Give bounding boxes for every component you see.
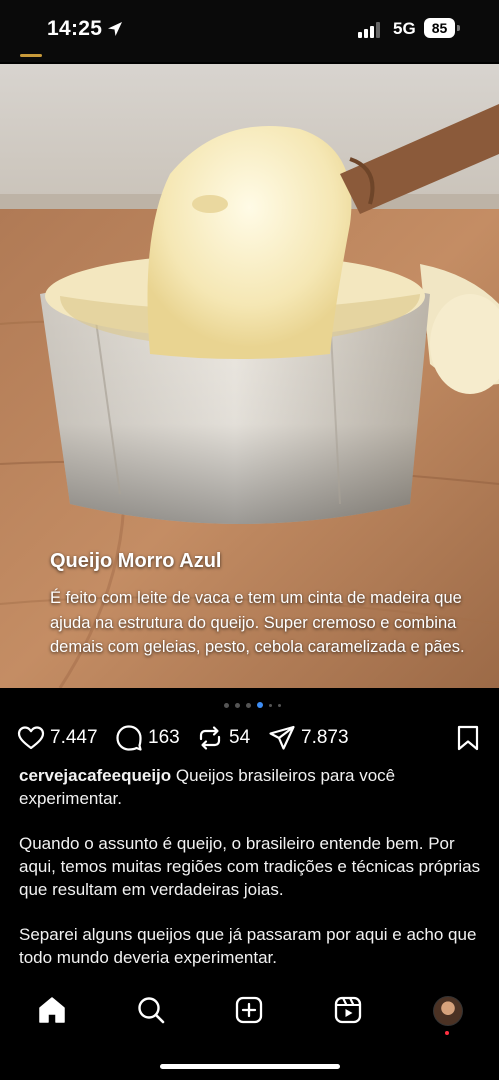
like-button[interactable]: 7.447 <box>17 724 98 752</box>
caption-first-paragraph: cervejacafeequeijo Queijos brasileiros p… <box>19 764 484 810</box>
battery-icon: 85 <box>424 18 461 38</box>
caption-username[interactable]: cervejacafeequeijo <box>19 766 171 785</box>
network-type: 5G <box>393 19 416 38</box>
search-icon[interactable] <box>136 995 166 1025</box>
story-ring-sliver <box>20 54 42 57</box>
battery-level: 85 <box>424 18 455 38</box>
post-caption: cervejacafeequeijo Queijos brasileiros p… <box>19 764 484 991</box>
carousel-dot <box>235 702 240 708</box>
post-action-bar: 7.447 163 54 7.873 <box>0 720 499 756</box>
caption-paragraph: Separei alguns queijos que já passaram p… <box>19 925 477 967</box>
status-bar: 14:25 5G 85 <box>0 0 499 62</box>
carousel-dot <box>269 703 272 707</box>
repost-icon <box>199 726 221 750</box>
home-icon[interactable] <box>37 995 67 1025</box>
profile-avatar[interactable] <box>433 996 463 1026</box>
caption-paragraph: Quando o assunto é queijo, o brasileiro … <box>19 834 481 899</box>
paper-plane-icon <box>269 725 295 750</box>
heart-icon <box>17 726 45 750</box>
overlay-description: É feito com leite de vaca e tem um cinta… <box>50 589 465 656</box>
notification-dot <box>445 1031 449 1035</box>
repost-count: 54 <box>229 727 251 748</box>
location-arrow-icon <box>108 22 122 36</box>
like-count: 7.447 <box>50 727 98 748</box>
carousel-indicator <box>224 701 281 709</box>
status-time: 14:25 <box>47 17 103 40</box>
reels-icon[interactable] <box>333 995 363 1025</box>
comment-button[interactable]: 163 <box>115 724 180 752</box>
create-post-icon[interactable] <box>234 995 264 1025</box>
share-count: 7.873 <box>301 727 349 748</box>
share-button[interactable]: 7.873 <box>268 724 349 752</box>
cellular-signal-icon <box>358 22 380 38</box>
post-carousel-image[interactable]: Queijo Morro Azul É feito com leite de v… <box>0 64 499 688</box>
home-indicator <box>160 1064 340 1069</box>
comment-count: 163 <box>148 727 180 748</box>
overlay-title: Queijo Morro Azul <box>50 550 222 572</box>
carousel-dot <box>278 703 281 707</box>
comment-icon <box>116 725 142 751</box>
carousel-dot-active <box>257 702 263 708</box>
carousel-dot <box>246 702 251 708</box>
repost-button[interactable]: 54 <box>196 724 250 752</box>
carousel-dot <box>224 702 229 708</box>
bookmark-icon[interactable] <box>455 725 481 751</box>
